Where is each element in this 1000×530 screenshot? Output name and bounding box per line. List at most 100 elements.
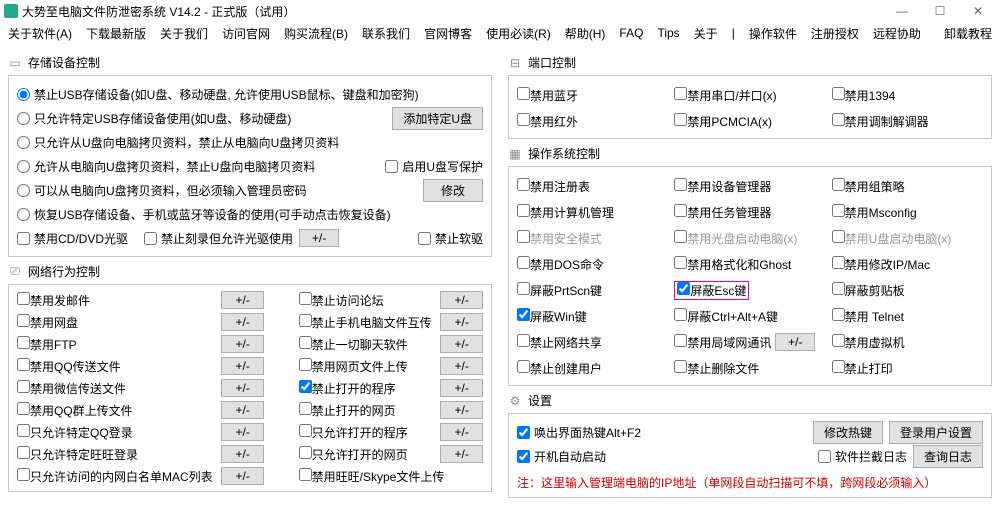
net-checkbox[interactable]: 禁用QQ群上传文件 (17, 402, 215, 419)
radio-copy-with-password[interactable]: 可以从电脑向U盘拷贝资料，但必须输入管理员密码 (17, 182, 307, 199)
radio-pc-to-usb-only[interactable]: 允许从电脑向U盘拷贝资料，禁止U盘向电脑拷贝资料 (17, 158, 315, 175)
modify-hotkey-button[interactable]: 修改热键 (813, 421, 883, 444)
pm-button[interactable]: +/- (221, 291, 264, 309)
net-checkbox[interactable]: 禁用发邮件 (17, 292, 215, 309)
pm-button[interactable]: +/- (440, 445, 483, 463)
pm-button[interactable]: +/- (221, 335, 264, 353)
pm-button[interactable]: +/- (775, 333, 815, 351)
minimize-button[interactable]: — (892, 4, 912, 18)
radio-usb-to-pc-only[interactable]: 只允许从U盘向电脑拷贝资料，禁止从电脑向U盘拷贝资料 (17, 134, 339, 151)
checkbox-disable-burn[interactable]: 禁止刻录但允许光驱使用 (144, 230, 293, 247)
checkbox-hotkey[interactable]: 唤出界面热键Alt+F2 (517, 424, 641, 441)
os-checkbox[interactable]: 屏蔽Win键 (517, 308, 587, 325)
net-checkbox[interactable]: 禁止手机电脑文件互传 (299, 314, 435, 331)
os-checkbox[interactable]: 禁用修改IP/Mac (832, 256, 930, 273)
menu-item[interactable]: 关于我们 (160, 25, 208, 42)
net-checkbox[interactable]: 禁用网盘 (17, 314, 215, 331)
os-checkbox[interactable]: 屏蔽剪贴板 (832, 282, 905, 299)
menu-item[interactable]: 远程协助 (873, 25, 921, 42)
os-checkbox[interactable]: 禁止打印 (832, 360, 893, 377)
menu-item[interactable]: 使用必读(R) (486, 25, 551, 42)
os-checkbox[interactable]: 禁用安全模式 (517, 230, 602, 247)
pm-button[interactable]: +/- (440, 401, 483, 419)
port-checkbox[interactable]: 禁用1394 (832, 87, 896, 104)
port-checkbox[interactable]: 禁用调制解调器 (832, 113, 929, 130)
os-checkbox[interactable]: 禁用DOS命令 (517, 256, 604, 273)
pm-button[interactable]: +/- (221, 401, 264, 419)
net-checkbox[interactable]: 禁用微信传送文件 (17, 380, 215, 397)
os-checkbox[interactable]: 禁止删除文件 (674, 360, 759, 377)
radio-disable-usb[interactable]: 禁止USB存储设备(如U盘、移动硬盘, 允许使用USB鼠标、键盘和加密狗) (17, 86, 419, 103)
checkbox-autostart[interactable]: 开机自动启动 (517, 448, 606, 465)
pm-button[interactable]: +/- (221, 357, 264, 375)
os-checkbox[interactable]: 禁用虚拟机 (832, 334, 905, 351)
net-checkbox[interactable]: 禁止打开的程序 (299, 380, 435, 397)
net-checkbox[interactable]: 禁用QQ传送文件 (17, 358, 215, 375)
net-checkbox[interactable]: 只允许访问的内网白名单MAC列表 (17, 468, 215, 485)
net-checkbox[interactable]: 只允许特定旺旺登录 (17, 446, 215, 463)
radio-allow-specific-usb[interactable]: 只允许特定USB存储设备使用(如U盘、移动硬盘) (17, 110, 291, 127)
query-log-button[interactable]: 查询日志 (913, 445, 983, 468)
os-checkbox[interactable]: 禁用Msconfig (832, 204, 917, 221)
os-checkbox[interactable]: 禁用计算机管理 (517, 204, 614, 221)
checkbox-block-log[interactable]: 软件拦截日志 (818, 448, 907, 465)
os-checkbox[interactable]: 屏蔽Ctrl+Alt+A键 (674, 308, 778, 325)
net-checkbox[interactable]: 禁用FTP (17, 336, 215, 353)
pm-button[interactable]: +/- (221, 423, 264, 441)
menu-item[interactable]: 关于 (694, 25, 718, 42)
maximize-button[interactable]: ☐ (930, 4, 950, 18)
pm-button[interactable]: +/- (299, 229, 339, 247)
os-checkbox[interactable]: 禁用 Telnet (832, 308, 904, 325)
pm-button[interactable]: +/- (440, 379, 483, 397)
os-checkbox[interactable]: 禁用U盘启动电脑(x) (832, 230, 952, 247)
pm-button[interactable]: +/- (440, 313, 483, 331)
port-checkbox[interactable]: 禁用蓝牙 (517, 87, 578, 104)
pm-button[interactable]: +/- (221, 467, 264, 485)
menu-item[interactable]: 购买流程(B) (284, 25, 348, 42)
os-checkbox[interactable]: 禁用组策略 (832, 178, 905, 195)
login-user-button[interactable]: 登录用户设置 (889, 421, 983, 444)
menu-item[interactable]: Tips (657, 26, 679, 40)
net-checkbox[interactable]: 禁止打开的网页 (299, 402, 435, 419)
os-checkbox[interactable]: 屏蔽Esc键 (677, 282, 746, 299)
os-checkbox[interactable]: 禁用格式化和Ghost (674, 256, 791, 273)
pm-button[interactable]: +/- (440, 291, 483, 309)
net-checkbox[interactable]: 只允许特定QQ登录 (17, 424, 215, 441)
pm-button[interactable]: +/- (221, 379, 264, 397)
menu-item[interactable]: 下载最新版 (86, 25, 146, 42)
os-checkbox[interactable]: 禁止网络共享 (517, 334, 602, 351)
net-checkbox[interactable]: 禁止访问论坛 (299, 292, 435, 309)
pm-button[interactable]: +/- (440, 357, 483, 375)
pm-button[interactable]: +/- (221, 445, 264, 463)
net-checkbox[interactable]: 只允许打开的程序 (299, 424, 435, 441)
checkbox-disable-cd[interactable]: 禁用CD/DVD光驱 (17, 230, 128, 247)
radio-restore-usb[interactable]: 恢复USB存储设备、手机或蓝牙等设备的使用(可手动点击恢复设备) (17, 206, 391, 223)
menu-item[interactable]: 访问官网 (222, 25, 270, 42)
net-checkbox[interactable]: 禁止一切聊天软件 (299, 336, 435, 353)
close-button[interactable]: ✕ (968, 4, 988, 18)
pm-button[interactable]: +/- (221, 313, 264, 331)
modify-button[interactable]: 修改 (423, 179, 483, 202)
menu-item[interactable]: 操作软件 (749, 25, 797, 42)
port-checkbox[interactable]: 禁用串口/并口(x) (674, 87, 776, 104)
checkbox-u-write-protect[interactable]: 启用U盘写保护 (385, 158, 483, 175)
net-checkbox[interactable]: 只允许打开的网页 (299, 446, 435, 463)
os-checkbox[interactable]: 禁用局域网通讯 (674, 334, 771, 351)
os-checkbox[interactable]: 禁用任务管理器 (674, 204, 771, 221)
port-checkbox[interactable]: 禁用PCMCIA(x) (674, 113, 772, 130)
checkbox-disable-floppy[interactable]: 禁止软驱 (418, 230, 483, 247)
menu-item[interactable]: 注册授权 (811, 25, 859, 42)
menu-item[interactable]: 关于软件(A) (8, 25, 72, 42)
os-checkbox[interactable]: 禁用注册表 (517, 178, 590, 195)
menu-item[interactable]: 联系我们 (362, 25, 410, 42)
net-checkbox[interactable]: 禁用旺旺/Skype文件上传 (299, 468, 483, 485)
pm-button[interactable]: +/- (440, 423, 483, 441)
os-checkbox[interactable]: 屏蔽PrtScn键 (517, 282, 602, 299)
add-usb-button[interactable]: 添加特定U盘 (392, 107, 483, 130)
port-checkbox[interactable]: 禁用红外 (517, 113, 578, 130)
pm-button[interactable]: +/- (440, 335, 483, 353)
os-checkbox[interactable]: 禁用光盘启动电脑(x) (674, 230, 797, 247)
menu-item[interactable]: 帮助(H) (565, 25, 606, 42)
menu-uninstall[interactable]: 卸载教程 (944, 25, 992, 42)
os-checkbox[interactable]: 禁用设备管理器 (674, 178, 771, 195)
